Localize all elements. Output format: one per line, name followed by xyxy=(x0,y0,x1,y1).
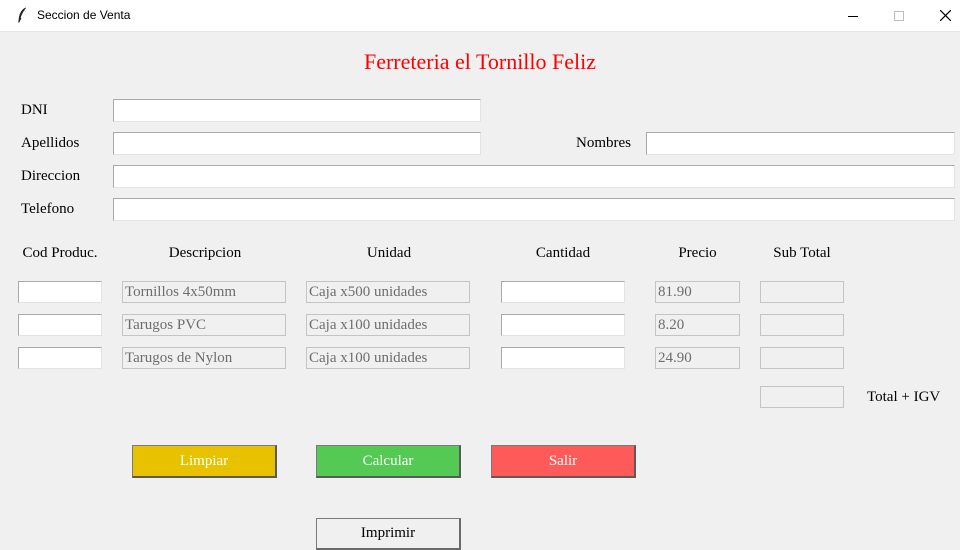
nombres-label: Nombres xyxy=(576,135,631,151)
imprimir-button[interactable]: Imprimir xyxy=(316,518,461,550)
feather-icon xyxy=(17,7,27,23)
header-sub-total: Sub Total xyxy=(773,245,831,261)
header-unidad: Unidad xyxy=(366,245,412,261)
dni-label: DNI xyxy=(21,102,48,118)
total-igv-label: Total + IGV xyxy=(867,389,941,405)
close-icon xyxy=(939,10,951,21)
cod-produc-input[interactable] xyxy=(18,281,102,303)
apellidos-label: Apellidos xyxy=(21,135,80,151)
dni-field[interactable] xyxy=(113,99,481,122)
precio-cell: 81.90 xyxy=(655,281,740,303)
descripcion-cell: Tarugos de Nylon xyxy=(122,347,286,369)
cantidad-input[interactable] xyxy=(501,281,625,303)
subtotal-cell xyxy=(760,347,844,369)
limpiar-button[interactable]: Limpiar xyxy=(132,445,277,478)
window-title: Seccion de Venta xyxy=(37,8,131,22)
store-title: Ferreteria el Tornillo Feliz xyxy=(363,49,597,74)
cantidad-input[interactable] xyxy=(501,314,625,336)
close-button[interactable] xyxy=(922,0,960,31)
minimize-button[interactable] xyxy=(830,0,876,31)
cantidad-input[interactable] xyxy=(501,347,625,369)
nombres-field[interactable] xyxy=(646,132,955,155)
unidad-cell: Caja x100 unidades xyxy=(306,314,470,336)
total-igv-value xyxy=(760,386,844,408)
header-precio: Precio xyxy=(678,245,717,261)
direccion-label: Direccion xyxy=(21,168,81,184)
header-cod-produc: Cod Produc. xyxy=(22,245,98,261)
minimize-icon xyxy=(848,15,858,17)
salir-button[interactable]: Salir xyxy=(491,445,636,478)
header-descripcion: Descripcion xyxy=(168,245,242,261)
precio-cell: 24.90 xyxy=(655,347,740,369)
telefono-label: Telefono xyxy=(21,201,75,217)
title-bar: Seccion de Venta xyxy=(0,0,960,32)
maximize-button[interactable] xyxy=(876,0,922,31)
subtotal-cell xyxy=(760,314,844,336)
cod-produc-input[interactable] xyxy=(18,347,102,369)
unidad-cell: Caja x100 unidades xyxy=(306,347,470,369)
telefono-field[interactable] xyxy=(113,198,955,221)
apellidos-field[interactable] xyxy=(113,132,481,155)
maximize-icon xyxy=(894,10,904,21)
descripcion-cell: Tarugos PVC xyxy=(122,314,286,336)
subtotal-cell xyxy=(760,281,844,303)
header-cantidad: Cantidad xyxy=(535,245,591,261)
precio-cell: 8.20 xyxy=(655,314,740,336)
descripcion-cell: Tornillos 4x50mm xyxy=(122,281,286,303)
direccion-field[interactable] xyxy=(113,165,955,188)
unidad-cell: Caja x500 unidades xyxy=(306,281,470,303)
cod-produc-input[interactable] xyxy=(18,314,102,336)
calcular-button[interactable]: Calcular xyxy=(316,445,461,478)
